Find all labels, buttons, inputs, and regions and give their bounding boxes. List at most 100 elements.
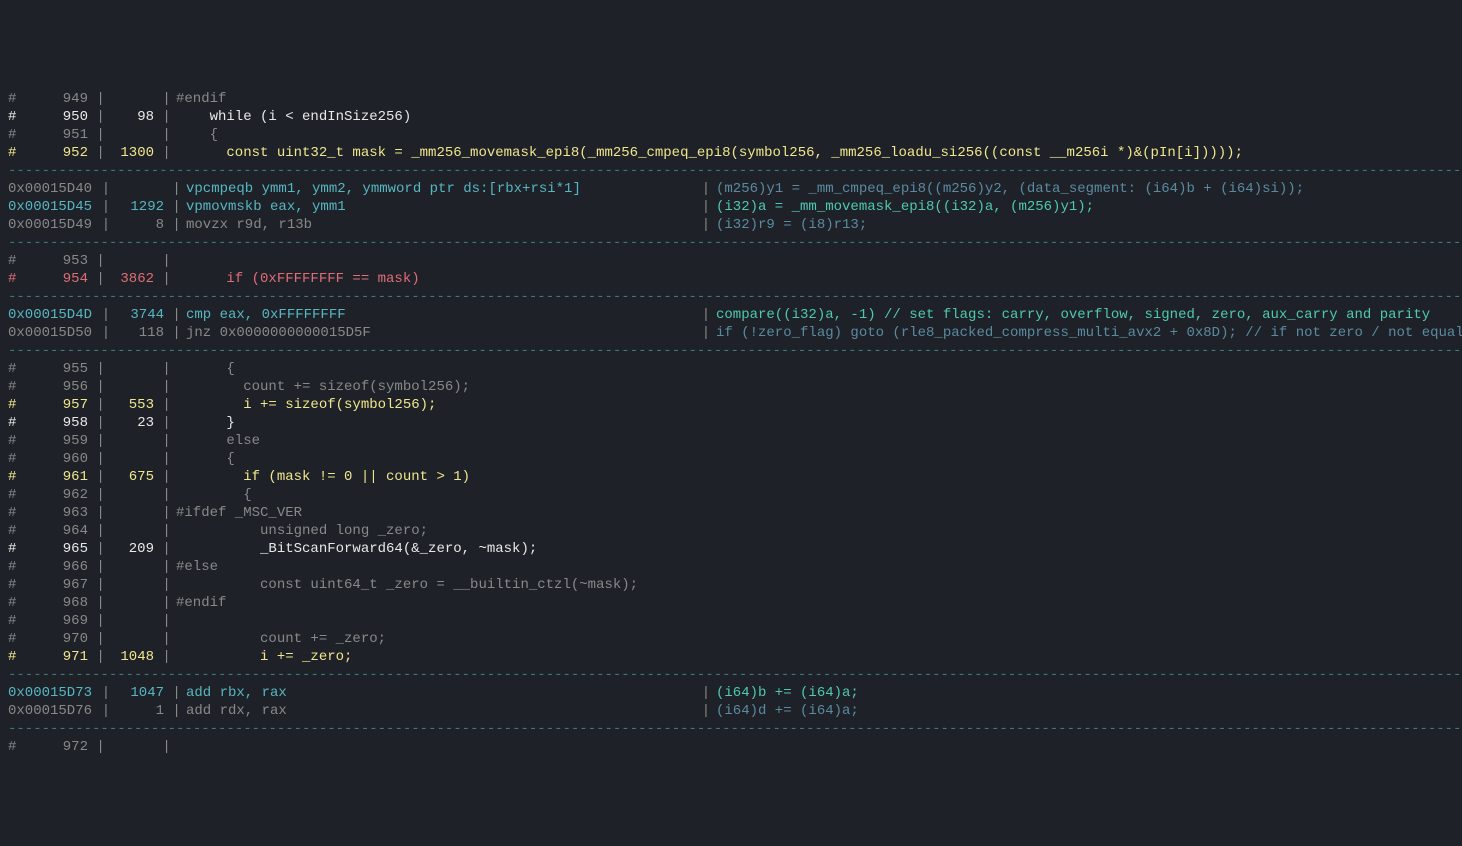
pipe: |: [98, 702, 114, 720]
source-line[interactable]: #967 | | const uint64_t _zero = __builti…: [0, 576, 1462, 594]
sample-count: 3862: [104, 270, 154, 288]
pipe: |: [700, 684, 712, 702]
source-code: i += sizeof(symbol256);: [170, 396, 436, 414]
source-line[interactable]: #958 |23 | }: [0, 414, 1462, 432]
pipe: |: [164, 324, 180, 342]
asm-line[interactable]: 0x00015D76|1 |add rdx, rax|(i64)d += (i6…: [0, 702, 1462, 720]
source-line[interactable]: #951 | | {: [0, 126, 1462, 144]
source-line[interactable]: #954 |3862 | if (0xFFFFFFFF == mask): [0, 270, 1462, 288]
sample-count: [104, 90, 154, 108]
source-code: #endif: [170, 594, 226, 612]
source-line[interactable]: #965 |209 | _BitScanForward64(&_zero, ~m…: [0, 540, 1462, 558]
pipe: |: [154, 396, 170, 414]
asm-line[interactable]: 0x00015D49|8 |movzx r9d, r13b|(i32)r9 = …: [0, 216, 1462, 234]
sample-count: [114, 180, 164, 198]
source-line[interactable]: #950 |98 | while (i < endInSize256): [0, 108, 1462, 126]
source-line[interactable]: #962 | | {: [0, 486, 1462, 504]
sample-count: [104, 612, 154, 630]
code-listing: #949 | |#endif#950 |98 | while (i < endI…: [0, 90, 1462, 756]
pipe: |: [88, 630, 104, 648]
line-number: 961: [18, 468, 88, 486]
pipe: |: [164, 684, 180, 702]
source-line[interactable]: #959 | | else: [0, 432, 1462, 450]
src-marker: #: [8, 360, 18, 378]
sample-count: [104, 126, 154, 144]
sample-count: [104, 738, 154, 756]
annotation: (i32)r9 = (i8)r13;: [716, 216, 867, 234]
line-number: 965: [18, 540, 88, 558]
source-code: _BitScanForward64(&_zero, ~mask);: [170, 540, 537, 558]
sample-count: 23: [104, 414, 154, 432]
line-number: 957: [18, 396, 88, 414]
pipe: |: [700, 702, 712, 720]
line-number: 967: [18, 576, 88, 594]
pipe: |: [164, 702, 180, 720]
pipe: |: [88, 612, 104, 630]
pipe: |: [88, 504, 104, 522]
source-code: #endif: [170, 90, 226, 108]
sample-count: [104, 432, 154, 450]
source-code: #ifdef _MSC_VER: [170, 504, 302, 522]
source-line[interactable]: #971 |1048 | i += _zero;: [0, 648, 1462, 666]
asm-line[interactable]: 0x00015D4D|3744 |cmp eax, 0xFFFFFFFF|com…: [0, 306, 1462, 324]
sample-count: 3744: [114, 306, 164, 324]
src-marker: #: [8, 414, 18, 432]
pipe: |: [88, 252, 104, 270]
pipe: |: [164, 216, 180, 234]
source-code: }: [170, 414, 235, 432]
pipe: |: [88, 108, 104, 126]
pipe: |: [154, 378, 170, 396]
source-line[interactable]: #949 | |#endif: [0, 90, 1462, 108]
sample-count: [104, 378, 154, 396]
src-marker: #: [8, 450, 18, 468]
source-line[interactable]: #961 |675 | if (mask != 0 || count > 1): [0, 468, 1462, 486]
pipe: |: [154, 594, 170, 612]
source-line[interactable]: #970 | | count += _zero;: [0, 630, 1462, 648]
pipe: |: [88, 396, 104, 414]
pipe: |: [154, 486, 170, 504]
source-code: if (mask != 0 || count > 1): [170, 468, 470, 486]
source-line[interactable]: #969 | |: [0, 612, 1462, 630]
pipe: |: [88, 468, 104, 486]
source-line[interactable]: #957 |553 | i += sizeof(symbol256);: [0, 396, 1462, 414]
source-line[interactable]: #953 | |: [0, 252, 1462, 270]
sample-count: 209: [104, 540, 154, 558]
src-marker: #: [8, 594, 18, 612]
sample-count: [104, 522, 154, 540]
asm-line[interactable]: 0x00015D40| |vpcmpeqb ymm1, ymm2, ymmwor…: [0, 180, 1462, 198]
asm-line[interactable]: 0x00015D50|118 |jnz 0x0000000000015D5F|i…: [0, 324, 1462, 342]
source-line[interactable]: #956 | | count += sizeof(symbol256);: [0, 378, 1462, 396]
line-number: 954: [18, 270, 88, 288]
pipe: |: [700, 180, 712, 198]
line-number: 971: [18, 648, 88, 666]
pipe: |: [88, 558, 104, 576]
source-line[interactable]: #955 | | {: [0, 360, 1462, 378]
asm-instruction: vpmovmskb eax, ymm1: [180, 198, 346, 216]
source-line[interactable]: #964 | | unsigned long _zero;: [0, 522, 1462, 540]
address: 0x00015D4D: [8, 306, 98, 324]
source-line[interactable]: #952 |1300 | const uint32_t mask = _mm25…: [0, 144, 1462, 162]
asm-instruction: jnz 0x0000000000015D5F: [180, 324, 371, 342]
sample-count: 1300: [104, 144, 154, 162]
pipe: |: [154, 540, 170, 558]
source-code: else: [170, 432, 260, 450]
asm-line[interactable]: 0x00015D73|1047 |add rbx, rax|(i64)b += …: [0, 684, 1462, 702]
address: 0x00015D50: [8, 324, 98, 342]
asm-line[interactable]: 0x00015D45|1292 |vpmovmskb eax, ymm1|(i3…: [0, 198, 1462, 216]
source-line[interactable]: #968 | |#endif: [0, 594, 1462, 612]
line-number: 964: [18, 522, 88, 540]
line-number: 949: [18, 90, 88, 108]
src-marker: #: [8, 108, 18, 126]
source-code: #else: [170, 558, 218, 576]
source-line[interactable]: #966 | |#else: [0, 558, 1462, 576]
source-line[interactable]: #960 | | {: [0, 450, 1462, 468]
pipe: |: [154, 270, 170, 288]
pipe: |: [88, 522, 104, 540]
pipe: |: [154, 738, 170, 756]
source-line[interactable]: #972 | |: [0, 738, 1462, 756]
section-separator: ----------------------------------------…: [0, 234, 1462, 252]
pipe: |: [154, 648, 170, 666]
sample-count: [104, 486, 154, 504]
src-marker: #: [8, 468, 18, 486]
source-line[interactable]: #963 | |#ifdef _MSC_VER: [0, 504, 1462, 522]
